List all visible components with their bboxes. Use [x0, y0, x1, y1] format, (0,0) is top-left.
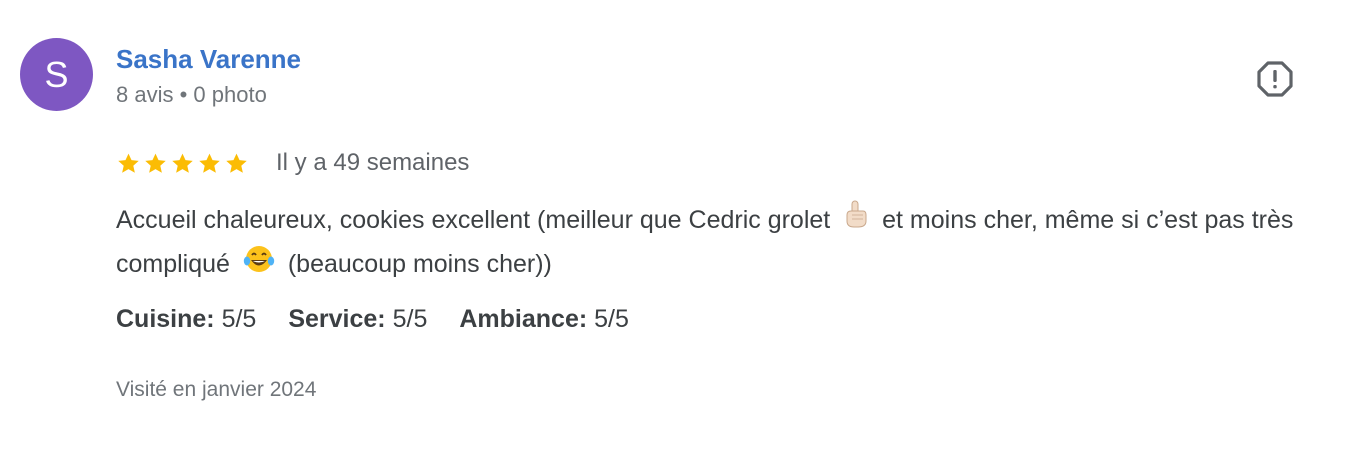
review-text-part: (beaucoup moins cher)) — [287, 250, 552, 279]
score-value: 5/5 — [392, 305, 428, 333]
score-item: Cuisine: 5/5 — [116, 305, 256, 334]
score-item: Ambiance: 5/5 — [459, 305, 629, 334]
star-rating — [116, 151, 249, 176]
tears-of-joy-face-icon — [243, 244, 275, 288]
star-icon — [199, 153, 220, 173]
avatar[interactable]: S — [20, 38, 93, 111]
score-label: Service: — [288, 305, 386, 333]
score-value: 5/5 — [594, 305, 629, 333]
author-name-link[interactable]: Sasha Varenne — [116, 44, 301, 75]
score-label: Ambiance: — [459, 305, 588, 333]
score-value: 5/5 — [221, 305, 257, 333]
review-text-part: Accueil chaleureux, cookies excellent (m… — [116, 206, 831, 234]
report-icon — [1257, 61, 1293, 97]
category-scores: Cuisine: 5/5 Service: 5/5 Ambiance: 5/5 — [116, 305, 629, 334]
star-icon — [145, 153, 166, 173]
report-review-button[interactable] — [1254, 58, 1296, 100]
score-item: Service: 5/5 — [288, 305, 427, 334]
avatar-initial: S — [44, 53, 69, 95]
score-label: Cuisine: — [116, 305, 215, 333]
review-text: Accueil chaleureux, cookies excellent (m… — [116, 199, 1316, 288]
review-date: Il y a 49 semaines — [276, 149, 470, 176]
pointing-up-hand-icon — [843, 199, 869, 243]
star-icon — [226, 153, 247, 173]
star-icon — [172, 153, 193, 173]
visit-date: Visité en janvier 2024 — [116, 378, 317, 401]
rating-row: Il y a 49 semaines — [116, 146, 469, 180]
author-meta: 8 avis • 0 photo — [116, 82, 267, 107]
star-icon — [118, 153, 139, 173]
